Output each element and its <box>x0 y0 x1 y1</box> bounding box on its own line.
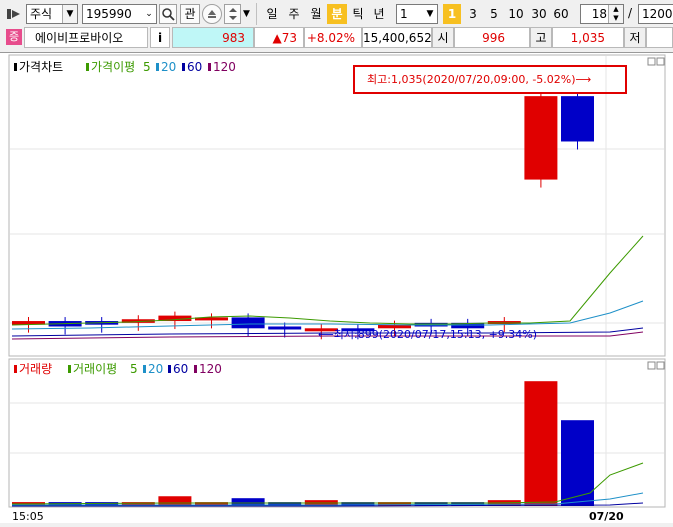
price-ma-20: 20 <box>161 60 176 74</box>
open-value: 996 <box>454 27 530 48</box>
chevron-down-icon[interactable]: ▼ <box>62 5 77 23</box>
badge-icon: 증 <box>6 29 22 45</box>
x-axis-start-label: 15:05 <box>12 510 44 523</box>
period-day[interactable]: 일 <box>262 4 282 24</box>
legend-marker <box>182 63 185 71</box>
period-year[interactable]: 년 <box>369 4 389 24</box>
x-axis-date-label: 07/20 <box>589 510 624 523</box>
interval-value: 1 <box>400 7 408 21</box>
count-value: 18 <box>591 7 607 21</box>
legend-marker <box>168 365 171 373</box>
minute-60[interactable]: 60 <box>550 4 572 24</box>
legend-marker <box>208 63 211 71</box>
minimize-icon[interactable] <box>647 57 656 66</box>
price-ma-label: 가격이평 <box>91 60 135 74</box>
code-value: 195990 <box>86 7 132 21</box>
slash-separator: / <box>628 6 633 20</box>
menu-arrow-icon[interactable] <box>6 6 22 22</box>
count-spinner[interactable]: 18 ▲ ▼ <box>580 4 624 24</box>
code-input[interactable]: 195990 ⌄ <box>82 4 157 24</box>
period-tick[interactable]: 틱 <box>348 4 368 24</box>
info-button[interactable]: i <box>150 27 170 48</box>
legend-marker <box>86 63 89 71</box>
legend-marker <box>68 365 71 373</box>
volume-ma-label: 거래이평 <box>73 362 117 376</box>
spinner-arrows-icon[interactable]: ▲ ▼ <box>608 5 623 23</box>
minute-30[interactable]: 30 <box>528 4 550 24</box>
divider <box>256 3 257 25</box>
chevron-down-icon[interactable]: ▼ <box>423 5 437 23</box>
period-week[interactable]: 주 <box>284 4 304 24</box>
total-value: 1200 <box>642 7 673 21</box>
price-ma-120: 120 <box>213 60 236 74</box>
period-month[interactable]: 월 <box>306 4 326 24</box>
price-ma-60: 60 <box>187 60 202 74</box>
market-select-value: 주식 <box>30 7 53 21</box>
low-label: 저 <box>624 27 646 48</box>
chart-area[interactable]: 가격차트 가격이평 5 20 60 120 거래량 거래이평 5 20 60 1… <box>0 52 673 523</box>
high-value: 1,035 <box>552 27 624 48</box>
minute-10[interactable]: 10 <box>505 4 527 24</box>
toolbar: 주식 ▼ 195990 ⌄ 관 ▼ 일 주 월 분 틱 년 1 ▼ 1 3 5 … <box>0 0 673 27</box>
volume-bar <box>524 381 558 506</box>
price-change: ▲73 <box>254 27 304 48</box>
legend-marker <box>14 365 17 373</box>
watch-button[interactable]: 관 <box>180 4 200 24</box>
sync-icon[interactable] <box>202 4 222 24</box>
close-icon[interactable] <box>656 57 665 66</box>
volume-ma-5: 5 <box>130 362 138 376</box>
minute-3[interactable]: 3 <box>464 4 482 24</box>
low-annotation: ⟵최저:899(2020/07/17,15:13, +9.34%) <box>318 328 537 341</box>
legend-marker <box>156 63 159 71</box>
period-minute[interactable]: 분 <box>327 4 347 24</box>
interval-select[interactable]: 1 ▼ <box>396 4 438 24</box>
volume-value: 15,400,652 <box>362 27 432 48</box>
legend-marker <box>194 365 197 373</box>
chart-canvas[interactable]: 가격차트 가격이평 5 20 60 120 거래량 거래이평 5 20 60 1… <box>0 53 673 524</box>
stock-name: 에이비프로바이오 <box>24 27 148 48</box>
price-legend-title: 가격차트 <box>19 60 63 74</box>
dropdown-arrow-icon[interactable]: ▼ <box>243 9 250 19</box>
high-label: 고 <box>530 27 552 48</box>
volume-ma-60: 60 <box>173 362 188 376</box>
market-select[interactable]: 주식 ▼ <box>26 4 78 24</box>
current-price: 983 <box>172 27 254 48</box>
volume-ma-20: 20 <box>148 362 163 376</box>
price-ma-5: 5 <box>143 60 151 74</box>
legend-marker <box>143 365 146 373</box>
high-annotation: 최고:1,035(2020/07/20,09:00, -5.02%)⟶ <box>367 73 592 86</box>
volume-legend-title: 거래량 <box>19 362 52 376</box>
minimize-icon[interactable] <box>647 361 656 370</box>
search-icon[interactable] <box>159 4 177 24</box>
minute-5[interactable]: 5 <box>485 4 503 24</box>
open-label: 시 <box>432 27 454 48</box>
change-percent: +8.02% <box>304 27 362 48</box>
low-value <box>646 27 673 48</box>
volume-ma-120: 120 <box>199 362 222 376</box>
minute-1[interactable]: 1 <box>443 4 461 24</box>
legend-marker <box>14 63 17 71</box>
updown-stepper[interactable] <box>224 4 241 24</box>
chevron-down-icon[interactable]: ⌄ <box>142 5 156 23</box>
total-count-input[interactable]: 1200 <box>638 4 673 24</box>
close-icon[interactable] <box>656 361 665 370</box>
